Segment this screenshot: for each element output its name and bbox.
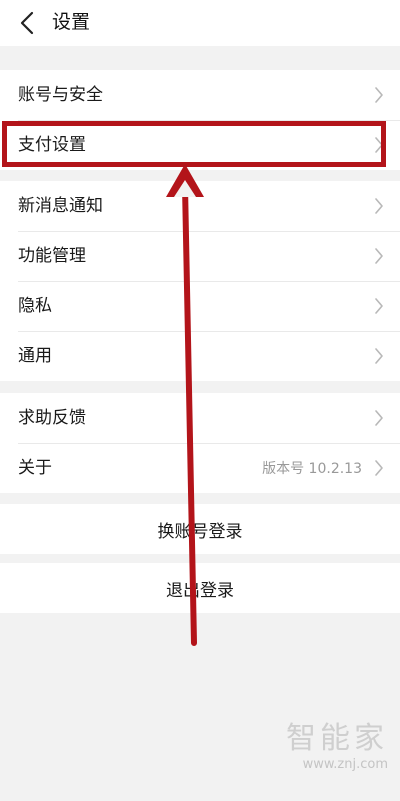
back-button[interactable] xyxy=(10,6,44,40)
chevron-right-icon xyxy=(375,298,383,314)
row-account-security[interactable]: 账号与安全 xyxy=(0,70,400,120)
chevron-right-icon xyxy=(375,348,383,364)
switch-account-button[interactable]: 换账号登录 xyxy=(0,504,400,554)
settings-group-help: 求助反馈 关于 版本号 10.2.13 xyxy=(0,393,400,493)
row-label: 通用 xyxy=(18,346,52,366)
row-general[interactable]: 通用 xyxy=(0,331,400,381)
row-new-message-notify[interactable]: 新消息通知 xyxy=(0,181,400,231)
page-title: 设置 xyxy=(52,11,91,33)
top-bar: 设置 xyxy=(0,0,400,46)
settings-group-features: 新消息通知 功能管理 隐私 通用 xyxy=(0,181,400,381)
row-about[interactable]: 关于 版本号 10.2.13 xyxy=(0,443,400,493)
row-label: 支付设置 xyxy=(18,135,86,155)
settings-group-account: 账号与安全 支付设置 xyxy=(0,70,400,170)
row-label: 账号与安全 xyxy=(18,85,103,105)
back-chevron-icon xyxy=(20,11,34,35)
row-label: 新消息通知 xyxy=(18,196,103,216)
watermark: 智能家 www.znj.com xyxy=(286,721,388,773)
row-help-feedback[interactable]: 求助反馈 xyxy=(0,393,400,443)
chevron-right-icon xyxy=(375,460,383,476)
row-feature-management[interactable]: 功能管理 xyxy=(0,231,400,281)
watermark-url: www.znj.com xyxy=(302,757,388,772)
row-label: 关于 xyxy=(18,458,52,478)
chevron-right-icon xyxy=(375,410,383,426)
logout-button[interactable]: 退出登录 xyxy=(0,563,400,613)
version-text: 版本号 10.2.13 xyxy=(262,461,362,477)
chevron-right-icon xyxy=(375,137,383,153)
row-payment-settings[interactable]: 支付设置 xyxy=(0,120,400,170)
row-label: 功能管理 xyxy=(18,246,86,266)
chevron-right-icon xyxy=(375,87,383,103)
chevron-right-icon xyxy=(375,198,383,214)
row-label: 求助反馈 xyxy=(18,408,86,428)
row-privacy[interactable]: 隐私 xyxy=(0,281,400,331)
row-label: 隐私 xyxy=(18,296,52,316)
chevron-right-icon xyxy=(375,248,383,264)
watermark-title: 智能家 xyxy=(286,721,388,756)
